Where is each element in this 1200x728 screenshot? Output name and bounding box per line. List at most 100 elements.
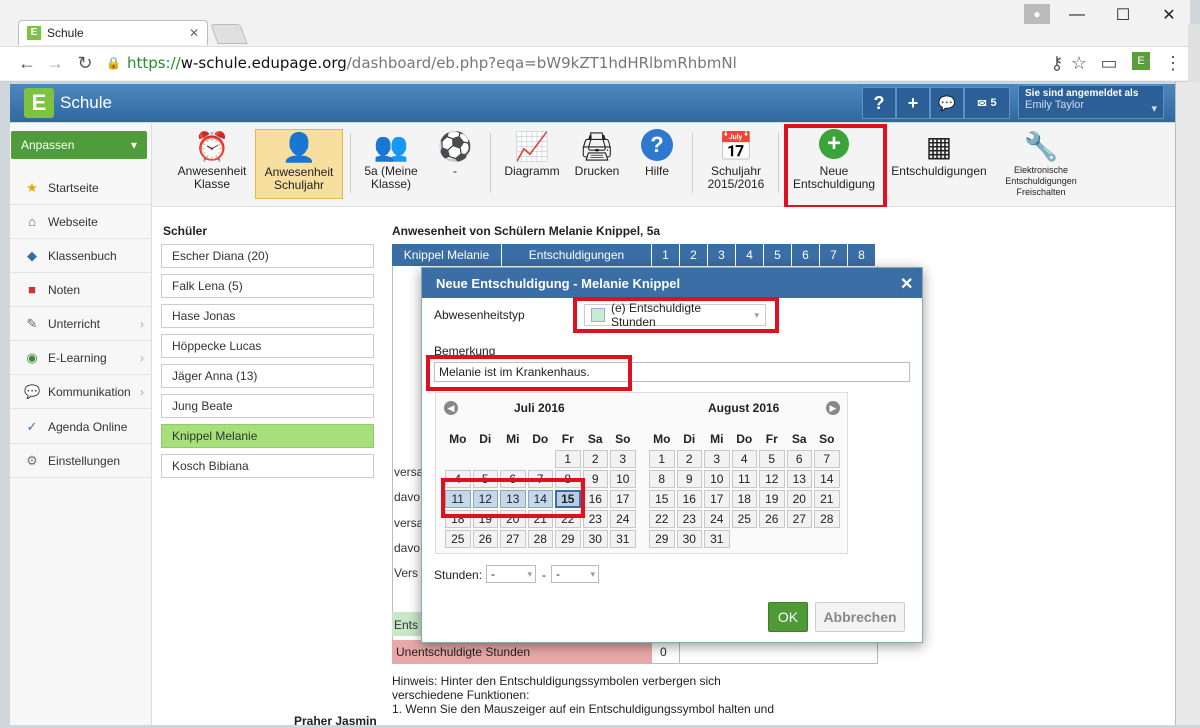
close-tab-icon[interactable]: ✕ [189,26,199,40]
calendar-day[interactable]: 26 [472,530,498,548]
calendar-day[interactable]: 3 [610,450,636,468]
sidebar-item-klassenbuch[interactable]: ◆ Klassenbuch [10,239,152,273]
calendar-day[interactable]: 6 [786,450,812,468]
prev-month-icon[interactable]: ◀ [444,401,458,415]
calendar-day[interactable]: 9 [676,470,702,488]
calendar-day[interactable]: 23 [582,510,608,528]
student-item[interactable]: Hase Jonas [161,304,374,328]
calendar-day[interactable]: 30 [582,530,608,548]
calendar-day[interactable]: 20 [786,490,812,508]
calendar-day[interactable]: 16 [582,490,608,508]
calendar-day[interactable]: 1 [649,450,675,468]
diagram-button[interactable]: 📈 Diagramm [498,129,566,199]
calendar-day[interactable]: 25 [731,510,757,528]
student-item[interactable]: Kosch Bibiana [161,454,374,478]
cast-icon[interactable]: ▭ [1098,52,1120,74]
sidebar-item-unterricht[interactable]: ✎ Unterricht › [10,307,152,341]
messages-button[interactable]: ✉ 5 [964,87,1010,119]
menu-icon[interactable]: ⋮ [1162,52,1184,74]
close-window-button[interactable]: ✕ [1154,4,1184,26]
student-item[interactable]: Höppecke Lucas [161,334,374,358]
school-year-button[interactable]: 📅 Schuljahr 2015/2016 [700,129,772,199]
calendar-day[interactable]: 2 [676,450,702,468]
calendar-day[interactable]: 7 [814,450,840,468]
student-item[interactable]: Jung Beate [161,394,374,418]
calendar-day[interactable]: 16 [676,490,702,508]
hours-from-select[interactable]: - ▾ [486,565,536,583]
attendance-class-button[interactable]: ⏰ Anwesenheit Klasse [170,129,254,199]
profile-icon[interactable]: ● [1024,4,1050,24]
student-item[interactable]: Escher Diana (20) [161,244,374,268]
calendar-day[interactable]: 25 [445,530,471,548]
electronic-excuses-button[interactable]: 🔧 Elektronische Entschuldigungen Freischalt… [994,129,1088,199]
calendar-day[interactable]: 12 [759,470,785,488]
calendar-day[interactable]: 17 [610,490,636,508]
key-icon[interactable]: ⚷ [1046,52,1068,74]
student-item[interactable]: Falk Lena (5) [161,274,374,298]
hours-to-select[interactable]: - ▾ [551,565,599,583]
cancel-button[interactable]: Abbrechen [815,602,905,632]
activity-button[interactable]: ⚽ - [430,129,480,199]
calendar-day[interactable]: 19 [759,490,785,508]
edupage-logo[interactable]: E [24,88,54,118]
extension-icon[interactable]: E [1132,52,1150,70]
calendar-day[interactable]: 5 [759,450,785,468]
next-month-icon[interactable]: ▶ [826,401,840,415]
calendar-day[interactable]: 24 [610,510,636,528]
calendar-day[interactable]: 13 [786,470,812,488]
calendar-day[interactable]: 3 [704,450,730,468]
student-item-selected[interactable]: Knippel Melanie [161,424,374,448]
address-bar[interactable]: 🔒 https://w-schule.edupage.org/dashboard… [106,52,1036,74]
calendar-day[interactable]: 24 [704,510,730,528]
calendar-day[interactable]: 23 [676,510,702,528]
calendar-day[interactable]: 31 [610,530,636,548]
add-button[interactable]: + [896,87,930,119]
close-icon[interactable]: ✕ [900,274,913,294]
calendar-day[interactable]: 30 [676,530,702,548]
browser-tab[interactable]: E Schule ✕ [18,20,208,45]
calendar-day[interactable]: 29 [555,530,581,548]
calendar-day[interactable]: 22 [649,510,675,528]
calendar-day[interactable]: 9 [582,470,608,488]
sidebar-item-agenda[interactable]: ✓ Agenda Online [10,410,152,444]
calendar-day[interactable]: 27 [786,510,812,528]
ok-button[interactable]: OK [768,602,808,632]
help-button[interactable]: ? [862,87,896,119]
minimize-button[interactable]: — [1062,4,1092,26]
help-ribbon-button[interactable]: ? Hilfe [632,129,682,199]
maximize-button[interactable]: ☐ [1108,4,1138,26]
sidebar-item-einstellungen[interactable]: ⚙ Einstellungen [10,444,152,478]
calendar-day[interactable]: 18 [731,490,757,508]
bookmark-star-icon[interactable]: ☆ [1068,52,1090,74]
calendar-day[interactable]: 10 [704,470,730,488]
calendar-day[interactable]: 8 [649,470,675,488]
sidebar-item-elearning[interactable]: ◉ E-Learning › [10,341,152,375]
calendar-day[interactable]: 10 [610,470,636,488]
sidebar-item-startseite[interactable]: ★ Startseite [10,171,152,205]
calendar-day[interactable]: 14 [814,470,840,488]
chat-icon[interactable]: 💬 [930,87,964,119]
my-class-button[interactable]: 👥 5a (Meine Klasse) [355,129,427,199]
calendar-day[interactable]: 11 [731,470,757,488]
user-menu[interactable]: Sie sind angemeldet als Emily Taylor ▾ [1018,85,1164,119]
calendar-day[interactable]: 31 [704,530,730,548]
calendar-day[interactable]: 29 [649,530,675,548]
calendar-day[interactable]: 28 [814,510,840,528]
calendar-day[interactable]: 15 [649,490,675,508]
student-item[interactable]: Jäger Anna (13) [161,364,374,388]
customize-button[interactable]: Anpassen ▾ [11,131,147,159]
calendar-day[interactable]: 27 [500,530,526,548]
excuses-button[interactable]: ▦ Entschuldigungen [888,129,990,199]
calendar-day[interactable]: 1 [555,450,581,468]
calendar-day[interactable]: 26 [759,510,785,528]
attendance-year-button[interactable]: 👤 Anwesenheit Schuljahr [255,129,343,199]
calendar-day[interactable]: 4 [731,450,757,468]
calendar-day[interactable]: 17 [704,490,730,508]
forward-arrow-icon[interactable]: → [44,52,66,74]
sidebar-item-noten[interactable]: ■ Noten [10,273,152,307]
calendar-day[interactable]: 2 [582,450,608,468]
calendar-day[interactable]: 28 [527,530,553,548]
back-arrow-icon[interactable]: ← [16,52,38,74]
sidebar-item-webseite[interactable]: ⌂ Webseite [10,205,152,239]
print-button[interactable]: 🖨 Drucken [568,129,626,199]
